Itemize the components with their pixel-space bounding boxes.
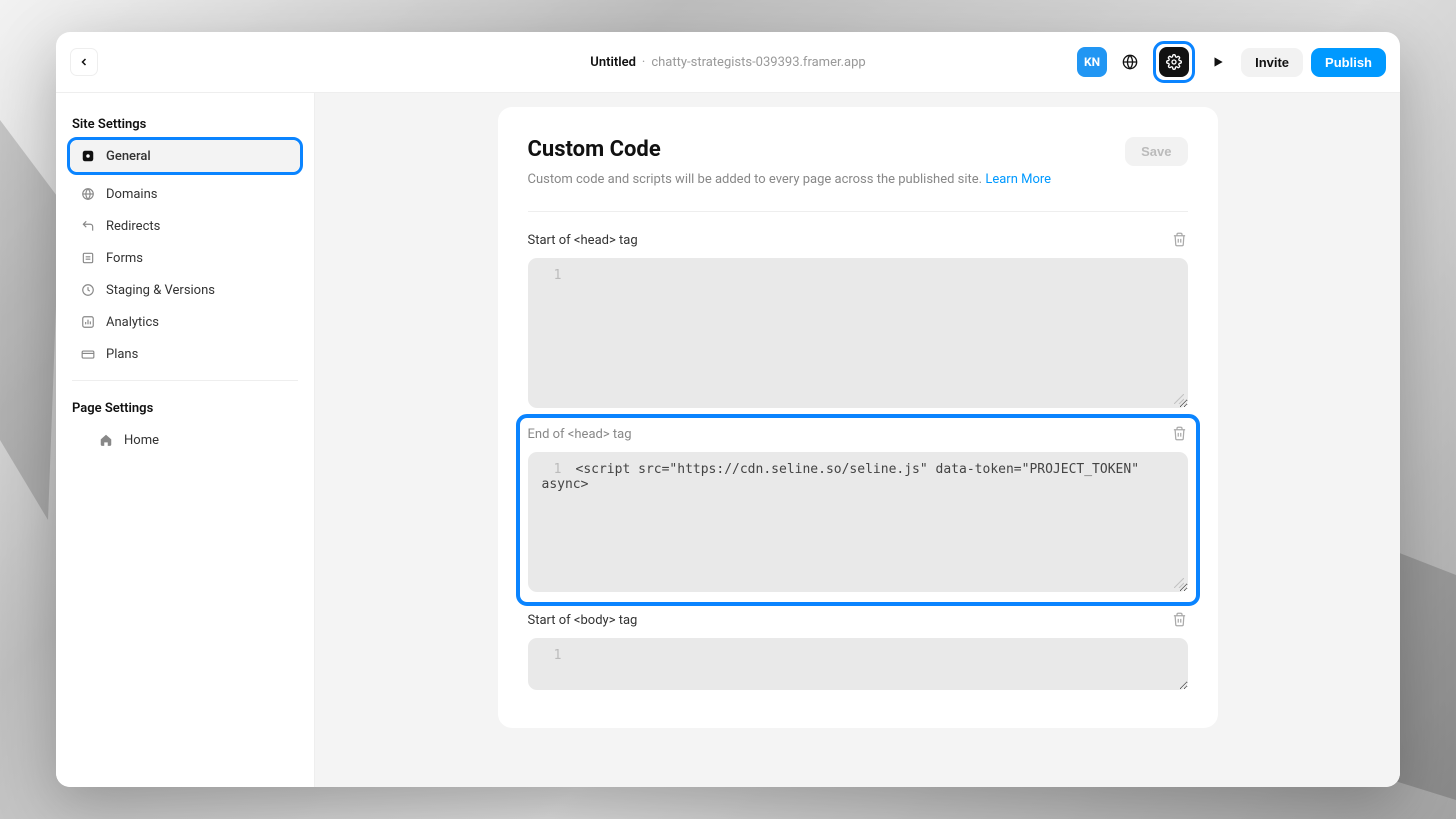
trash-icon [1172, 232, 1187, 247]
gear-icon [1166, 54, 1182, 70]
sidebar-item-label: Redirects [106, 219, 160, 234]
globe-icon [80, 186, 96, 202]
code-section-label: End of <head> tag [528, 427, 632, 442]
delete-button[interactable] [1172, 612, 1188, 628]
delete-button[interactable] [1172, 426, 1188, 442]
forms-icon [80, 250, 96, 266]
sidebar-item-label: Staging & Versions [106, 283, 215, 298]
analytics-icon [80, 314, 96, 330]
sidebar-item-redirects[interactable]: Redirects [70, 210, 300, 242]
top-bar: Untitled · chatty-strategists-039393.fra… [56, 32, 1400, 93]
title-separator: · [642, 55, 645, 70]
panel-subtitle: Custom code and scripts will be added to… [528, 172, 1052, 187]
code-content: <script src="https://cdn.seline.so/selin… [542, 462, 1140, 492]
home-icon [98, 432, 114, 448]
chevron-left-icon [78, 56, 90, 68]
side-list: Domains Redirects Forms Staging & Versio… [56, 178, 314, 370]
main-content: Custom Code Custom code and scripts will… [315, 93, 1400, 787]
user-avatar[interactable]: KN [1077, 47, 1107, 77]
trash-icon [1172, 612, 1187, 627]
sidebar-item-label: Plans [106, 347, 138, 362]
globe-icon [1122, 54, 1138, 70]
sidebar-item-label: Analytics [106, 315, 159, 330]
custom-code-panel: Custom Code Custom code and scripts will… [498, 107, 1218, 728]
sidebar-divider [72, 380, 298, 381]
sidebar-item-staging[interactable]: Staging & Versions [70, 274, 300, 306]
code-section-end-head-highlight: End of <head> tag 1<script src="https://… [516, 414, 1200, 606]
sidebar-item-label: General [106, 149, 151, 164]
line-number: 1 [542, 268, 562, 283]
page-side-list: Home [56, 424, 314, 456]
clock-icon [80, 282, 96, 298]
sidebar-item-general-highlight: General [67, 137, 303, 175]
panel-subtitle-text: Custom code and scripts will be added to… [528, 172, 983, 187]
trash-icon [1172, 426, 1187, 441]
panel-head: Custom Code Custom code and scripts will… [528, 137, 1188, 187]
panel-divider [528, 211, 1188, 212]
line-number: 1 [542, 462, 562, 477]
code-section-label: Start of <body> tag [528, 613, 638, 628]
back-button[interactable] [70, 48, 98, 76]
project-title-area: Untitled · chatty-strategists-039393.fra… [590, 55, 865, 70]
save-button[interactable]: Save [1125, 137, 1187, 166]
app-window: Untitled · chatty-strategists-039393.fra… [56, 32, 1400, 787]
project-domain: chatty-strategists-039393.framer.app [651, 55, 865, 70]
sidebar-item-domains[interactable]: Domains [70, 178, 300, 210]
code-editor[interactable]: 1<script src="https://cdn.seline.so/seli… [528, 452, 1188, 592]
settings-button[interactable] [1159, 47, 1189, 77]
code-section-label: Start of <head> tag [528, 233, 638, 248]
settings-button-highlight [1153, 41, 1195, 83]
play-icon [1211, 55, 1225, 69]
sidebar-item-general[interactable]: General [70, 140, 300, 172]
code-section-end-head: End of <head> tag 1<script src="https://… [528, 426, 1188, 592]
resize-handle-icon[interactable] [1174, 578, 1184, 588]
page-settings-heading: Page Settings [56, 391, 314, 424]
sidebar-item-home[interactable]: Home [70, 424, 300, 456]
code-section-start-body: Start of <body> tag 1 [528, 612, 1188, 690]
sidebar-item-label: Domains [106, 187, 157, 202]
sidebar-item-label: Forms [106, 251, 143, 266]
sidebar-item-forms[interactable]: Forms [70, 242, 300, 274]
sidebar-item-plans[interactable]: Plans [70, 338, 300, 370]
publish-button[interactable]: Publish [1311, 48, 1386, 77]
globe-button[interactable] [1115, 47, 1145, 77]
project-name: Untitled [590, 55, 636, 70]
sidebar: Site Settings General Domains Redirects [56, 93, 315, 787]
code-section-start-head: Start of <head> tag 1 [528, 232, 1188, 408]
redirect-icon [80, 218, 96, 234]
panel-title: Custom Code [528, 137, 1052, 162]
resize-handle-icon[interactable] [1174, 394, 1184, 404]
code-editor[interactable]: 1 [528, 638, 1188, 690]
general-icon [80, 148, 96, 164]
learn-more-link[interactable]: Learn More [985, 172, 1051, 187]
sidebar-item-label: Home [124, 433, 159, 448]
site-settings-heading: Site Settings [56, 107, 314, 140]
line-number: 1 [542, 648, 562, 663]
sidebar-item-analytics[interactable]: Analytics [70, 306, 300, 338]
app-body: Site Settings General Domains Redirects [56, 93, 1400, 787]
code-editor[interactable]: 1 [528, 258, 1188, 408]
play-button[interactable] [1203, 47, 1233, 77]
delete-button[interactable] [1172, 232, 1188, 248]
plans-icon [80, 346, 96, 362]
top-actions: KN Invite Publish [1077, 41, 1386, 83]
invite-button[interactable]: Invite [1241, 48, 1303, 77]
